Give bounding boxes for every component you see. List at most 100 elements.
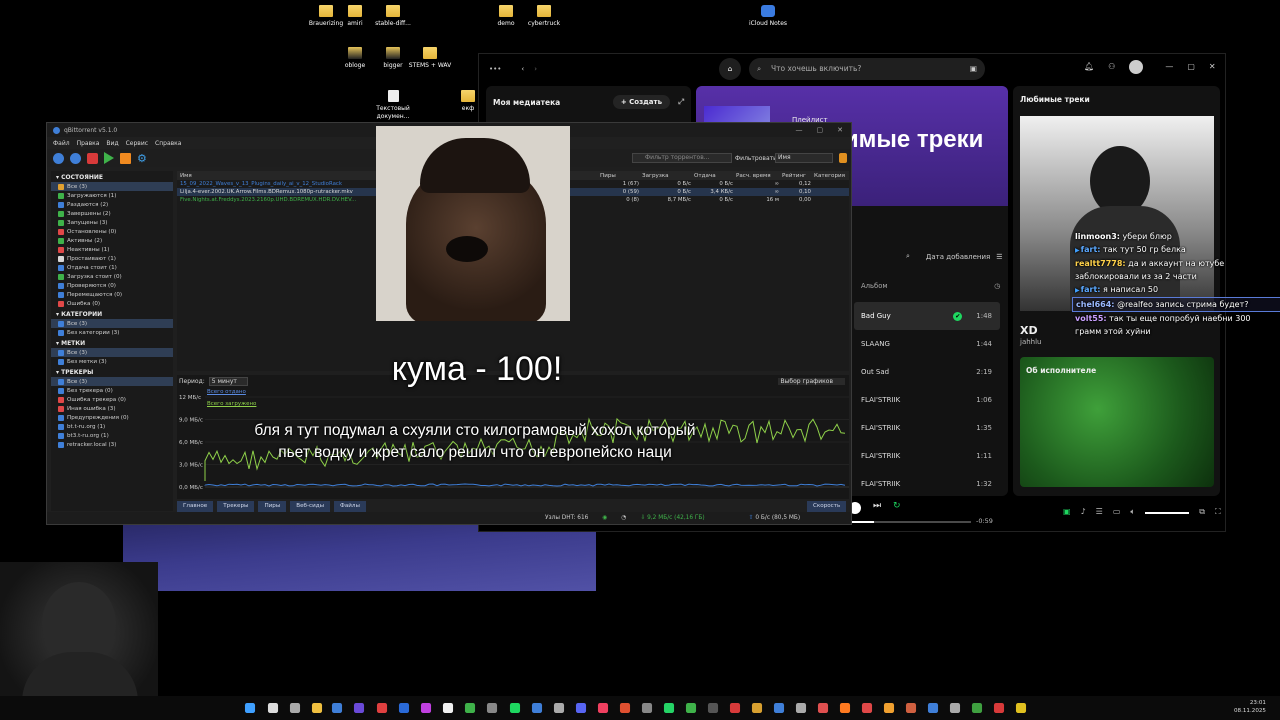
- more-icon[interactable]: •••: [489, 65, 501, 73]
- sidebar-item-status[interactable]: Перемещаются (0): [51, 290, 173, 299]
- lyrics-icon[interactable]: ♪: [1081, 507, 1086, 517]
- chat-username[interactable]: linmoon3:: [1075, 232, 1120, 241]
- chat-username[interactable]: fart:: [1081, 285, 1101, 294]
- forward-icon[interactable]: ›: [534, 65, 537, 73]
- app-icon[interactable]: [795, 702, 807, 714]
- app-icon[interactable]: [641, 702, 653, 714]
- tab-peers[interactable]: Пиры: [258, 501, 287, 512]
- stop-icon[interactable]: [120, 152, 131, 164]
- desktop-icon-stable-diffusion[interactable]: stable-diff...: [365, 5, 421, 28]
- alt-speed-icon[interactable]: ◔: [621, 515, 626, 521]
- period-select[interactable]: 5 минут: [208, 376, 248, 386]
- sidebar-item-status[interactable]: Проверяются (0): [51, 281, 173, 290]
- app-icon[interactable]: [420, 702, 432, 714]
- back-icon[interactable]: ‹: [521, 65, 524, 73]
- now-playing-view-icon[interactable]: ▣: [1063, 507, 1071, 517]
- app-icon[interactable]: [751, 702, 763, 714]
- chrome-icon[interactable]: [464, 702, 476, 714]
- app-icon[interactable]: [553, 702, 565, 714]
- delete-icon[interactable]: [87, 152, 98, 164]
- tab-trackers[interactable]: Трекеры: [217, 501, 255, 512]
- device-icon[interactable]: ▭: [1113, 507, 1121, 517]
- sidebar-item-tracker[interactable]: bt3.t-ru.org (1): [51, 431, 173, 440]
- home-icon[interactable]: ⌂: [719, 58, 741, 80]
- sidebar-item-status[interactable]: Загрузка стоит (0): [51, 272, 173, 281]
- tab-general[interactable]: Главное: [177, 501, 214, 512]
- sidebar-item-tag[interactable]: Все (3): [51, 348, 173, 357]
- lock-icon[interactable]: [839, 153, 847, 163]
- chat-username[interactable]: realtt7778:: [1075, 259, 1126, 268]
- sidebar-item-status[interactable]: Неактивны (1): [51, 245, 173, 254]
- app-icon[interactable]: [927, 702, 939, 714]
- sidebar-item-status[interactable]: Отдача стоит (1): [51, 263, 173, 272]
- avatar[interactable]: [1129, 60, 1144, 74]
- app-icon[interactable]: [861, 702, 873, 714]
- sidebar-item-tracker[interactable]: retracker.local (3): [51, 440, 173, 449]
- add-link-icon[interactable]: [53, 152, 64, 164]
- start-icon[interactable]: [244, 702, 256, 714]
- whatsapp-icon[interactable]: [663, 702, 675, 714]
- sidebar-header-categories[interactable]: ▾ КАТЕГОРИИ: [51, 308, 173, 319]
- sidebar-item-tracker[interactable]: bt.t-ru.org (1): [51, 422, 173, 431]
- steam-icon[interactable]: [398, 702, 410, 714]
- chat-username[interactable]: chel664:: [1076, 300, 1115, 309]
- sidebar-item-status[interactable]: Загружаются (1): [51, 191, 173, 200]
- firefox-icon[interactable]: [839, 702, 851, 714]
- track-row[interactable]: SLAANG 1:44: [854, 330, 1000, 358]
- sidebar-item-tracker[interactable]: Все (3): [51, 377, 173, 386]
- search-input[interactable]: ⌕ Что хочешь включить? ▣: [749, 58, 985, 80]
- app-icon[interactable]: [817, 702, 829, 714]
- sidebar-item-status[interactable]: Активны (2): [51, 236, 173, 245]
- discord-icon[interactable]: [575, 702, 587, 714]
- music-icon[interactable]: [597, 702, 609, 714]
- queue-icon[interactable]: ☰: [1096, 507, 1103, 517]
- minimize-icon[interactable]: —: [1165, 62, 1173, 74]
- maximize-icon[interactable]: ▢: [817, 126, 824, 134]
- add-torrent-icon[interactable]: [70, 152, 81, 164]
- repeat-icon[interactable]: ↻: [893, 501, 901, 511]
- sidebar-item-tracker[interactable]: Без трекера (0): [51, 386, 173, 395]
- create-button[interactable]: + Создать: [612, 95, 670, 109]
- browse-icon[interactable]: ▣: [970, 58, 977, 80]
- app-icon[interactable]: [486, 702, 498, 714]
- sidebar-header-tags[interactable]: ▾ МЕТКИ: [51, 337, 173, 348]
- sidebar-header-status[interactable]: ▾ СОСТОЯНИЕ: [51, 171, 173, 182]
- desktop-icon-icloud-notes[interactable]: iCloud Notes: [740, 5, 796, 28]
- close-icon[interactable]: ✕: [837, 126, 843, 134]
- app-icon[interactable]: [376, 702, 388, 714]
- artist-card[interactable]: Об исполнителе: [1020, 357, 1214, 487]
- sidebar-item-status[interactable]: Раздаются (2): [51, 200, 173, 209]
- app-icon[interactable]: [949, 702, 961, 714]
- select-graphs-button[interactable]: Выбор графиков: [777, 377, 845, 385]
- app-icon[interactable]: [1015, 702, 1027, 714]
- app-icon[interactable]: [905, 702, 917, 714]
- menu-help[interactable]: Справка: [155, 140, 181, 147]
- bell-icon[interactable]: 🔔︎: [1084, 62, 1094, 74]
- app-icon[interactable]: [729, 702, 741, 714]
- track-row[interactable]: FLAI'STRIIK 1:11: [854, 442, 1000, 470]
- volume-icon[interactable]: 🔈︎: [1130, 507, 1135, 517]
- start-icon[interactable]: [104, 152, 114, 164]
- menu-view[interactable]: Вид: [106, 140, 118, 147]
- saved-check-icon[interactable]: ✔: [953, 311, 963, 321]
- maximize-icon[interactable]: ▢: [1187, 62, 1195, 74]
- system-clock[interactable]: 23:01 08.11.2025: [1234, 699, 1266, 715]
- tab-files[interactable]: Файлы: [334, 501, 366, 512]
- menu-file[interactable]: Файл: [53, 140, 70, 147]
- menu-tools[interactable]: Сервис: [126, 140, 148, 147]
- track-row[interactable]: Bad Guy ✔ 1:48: [854, 302, 1000, 330]
- app-icon[interactable]: [531, 702, 543, 714]
- sidebar-item-tag[interactable]: Без метки (3): [51, 357, 173, 366]
- desktop-icon-text-document[interactable]: Текстовый докумен...: [365, 90, 421, 121]
- movies-icon[interactable]: [331, 702, 343, 714]
- track-row[interactable]: FLAI'STRIIK 1:06: [854, 386, 1000, 414]
- sidebar-item-status[interactable]: Простаивают (1): [51, 254, 173, 263]
- sidebar-item-tracker[interactable]: Ошибка трекера (0): [51, 395, 173, 404]
- sidebar-header-trackers[interactable]: ▾ ТРЕКЕРЫ: [51, 366, 173, 377]
- search-icon[interactable]: [267, 702, 279, 714]
- sidebar-item-tracker[interactable]: Иная ошибка (3): [51, 404, 173, 413]
- tab-webseeds[interactable]: Веб-сиды: [290, 501, 330, 512]
- desktop-icon-stems-wav[interactable]: STEMS + WAV: [402, 47, 458, 70]
- settings-gear-icon[interactable]: ⚙: [137, 152, 147, 165]
- sidebar-item-status[interactable]: Остановлены (0): [51, 227, 173, 236]
